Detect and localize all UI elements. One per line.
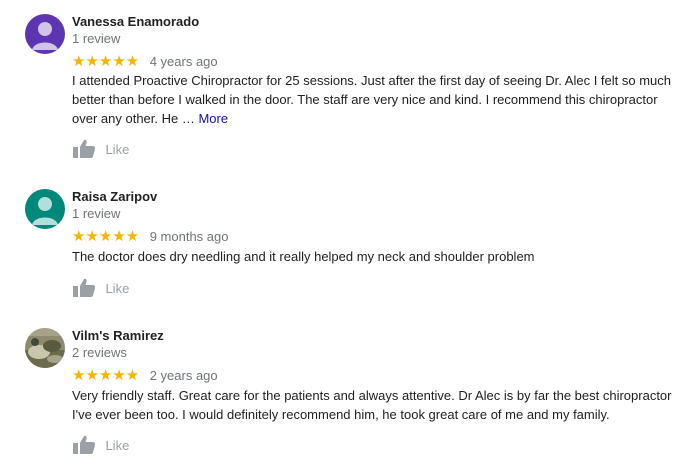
- like-label: Like: [105, 141, 130, 157]
- reviewer-name[interactable]: Vilm's Ramirez: [72, 328, 164, 343]
- reviewer-review-count: 1 review: [72, 206, 121, 221]
- review-date: 4 years ago: [149, 54, 218, 69]
- reviewer-name[interactable]: Raisa Zaripov: [72, 189, 157, 204]
- star-rating: ★★★★★: [72, 53, 140, 70]
- review-text: Very friendly staff. Great care for the …: [72, 388, 672, 422]
- profile-photo: [25, 328, 65, 368]
- rating-row: ★★★★★ 9 months ago: [72, 228, 228, 246]
- reviewer-review-count: 1 review: [72, 31, 121, 46]
- review-text: The doctor does dry needling and it real…: [72, 249, 535, 264]
- rating-row: ★★★★★ 4 years ago: [72, 53, 218, 71]
- more-link[interactable]: More: [198, 111, 228, 126]
- reviewer-avatar[interactable]: [25, 328, 65, 368]
- like-button[interactable]: Like: [72, 139, 129, 161]
- reviewer-review-count: 2 reviews: [72, 345, 127, 360]
- like-button[interactable]: Like: [72, 435, 129, 457]
- star-rating: ★★★★★: [72, 367, 140, 384]
- review-date: 2 years ago: [149, 368, 218, 383]
- review-text-body: I attended Proactive Chiropractor for 25…: [72, 73, 672, 126]
- reviewer-avatar[interactable]: [25, 189, 65, 229]
- reviewer-avatar[interactable]: [25, 14, 65, 54]
- like-button[interactable]: Like: [72, 278, 129, 300]
- rating-row: ★★★★★ 2 years ago: [72, 367, 218, 385]
- star-rating: ★★★★★: [72, 228, 140, 245]
- thumbs-up-icon: [73, 435, 96, 454]
- review-text: I attended Proactive Chiropractor for 25…: [72, 71, 677, 128]
- reviewer-name[interactable]: Vanessa Enamorado: [72, 14, 199, 29]
- like-label: Like: [105, 437, 130, 453]
- person-icon: [25, 189, 65, 229]
- like-label: Like: [105, 280, 130, 296]
- thumbs-up-icon: [73, 139, 96, 158]
- review-date: 9 months ago: [149, 229, 229, 244]
- person-icon: [25, 14, 65, 54]
- thumbs-up-icon: [73, 278, 96, 297]
